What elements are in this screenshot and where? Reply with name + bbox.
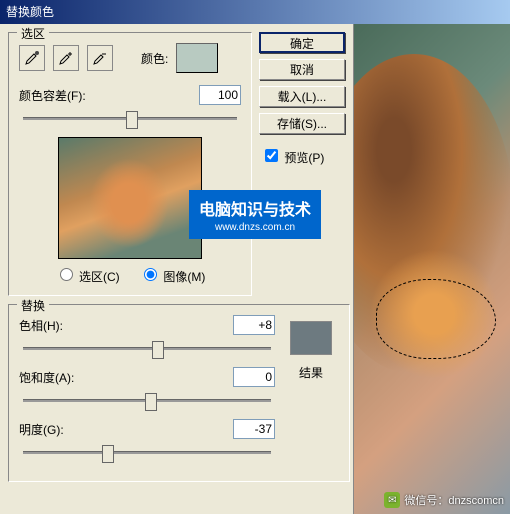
preview-checkbox[interactable]	[265, 149, 278, 162]
ok-button[interactable]: 确定	[259, 32, 345, 53]
replace-fieldset: 替换 色相(H): 饱和度(A):	[8, 304, 350, 482]
color-label: 颜色:	[141, 50, 168, 67]
saturation-label: 饱和度(A):	[19, 369, 74, 386]
title-bar: 替换颜色	[0, 0, 510, 24]
eyedropper-add-button[interactable]	[53, 45, 79, 71]
hue-thumb[interactable]	[152, 341, 164, 359]
footer-watermark: ✉ 微信号：dnzscomcn	[384, 492, 504, 508]
eyedropper-button[interactable]	[19, 45, 45, 71]
selected-color-swatch[interactable]	[176, 43, 218, 73]
cancel-button[interactable]: 取消	[259, 59, 345, 80]
result-col: 结果	[283, 315, 339, 381]
eyedropper-minus-icon	[92, 50, 108, 66]
save-button[interactable]: 存储(S)...	[259, 113, 345, 134]
dialog-buttons: 确定 取消 载入(L)... 存储(S)... 预览(P)	[259, 32, 345, 166]
eyedropper-subtract-button[interactable]	[87, 45, 113, 71]
radio-selection[interactable]	[60, 268, 73, 281]
fuzziness-input[interactable]	[199, 85, 241, 105]
fuzziness-row: 颜色容差(F):	[19, 85, 241, 105]
saturation-slider[interactable]	[23, 391, 271, 411]
radio-image-label[interactable]: 图像(M)	[139, 270, 205, 284]
canvas-area[interactable]: ✉ 微信号：dnzscomcn	[354, 24, 510, 514]
saturation-input[interactable]	[233, 367, 275, 387]
window-title: 替换颜色	[6, 5, 54, 19]
hue-slider[interactable]	[23, 339, 271, 359]
preview-label: 预览(P)	[284, 151, 324, 165]
wechat-icon: ✉	[384, 492, 400, 508]
load-button[interactable]: 载入(L)...	[259, 86, 345, 107]
fuzziness-thumb[interactable]	[126, 111, 138, 129]
center-watermark: 电脑知识与技术 www.dnzs.com.cn	[189, 190, 321, 239]
replace-legend: 替换	[17, 297, 49, 314]
result-swatch[interactable]	[290, 321, 332, 355]
radio-image[interactable]	[144, 268, 157, 281]
selection-fieldset: 选区 颜色: 颜色容差(F):	[8, 32, 252, 296]
selection-preview	[58, 137, 202, 259]
selection-legend: 选区	[17, 25, 49, 42]
preview-mode-radios: 选区(C) 图像(M)	[19, 265, 241, 285]
hue-label: 色相(H):	[19, 317, 63, 334]
hue-input[interactable]	[233, 315, 275, 335]
fuzziness-slider[interactable]	[23, 109, 237, 129]
eyedropper-icon	[24, 50, 40, 66]
eyedropper-row: 颜色:	[19, 43, 241, 73]
preview-checkbox-row: 预览(P)	[259, 146, 345, 166]
fuzziness-label: 颜色容差(F):	[19, 87, 86, 104]
lightness-input[interactable]	[233, 419, 275, 439]
saturation-thumb[interactable]	[145, 393, 157, 411]
radio-selection-label[interactable]: 选区(C)	[55, 270, 120, 284]
eyedropper-plus-icon	[58, 50, 74, 66]
lightness-thumb[interactable]	[102, 445, 114, 463]
lightness-slider[interactable]	[23, 443, 271, 463]
replace-color-dialog: 确定 取消 载入(L)... 存储(S)... 预览(P) 选区	[0, 24, 354, 514]
result-label: 结果	[283, 364, 339, 381]
selection-marquee	[376, 279, 496, 359]
lightness-label: 明度(G):	[19, 421, 64, 438]
